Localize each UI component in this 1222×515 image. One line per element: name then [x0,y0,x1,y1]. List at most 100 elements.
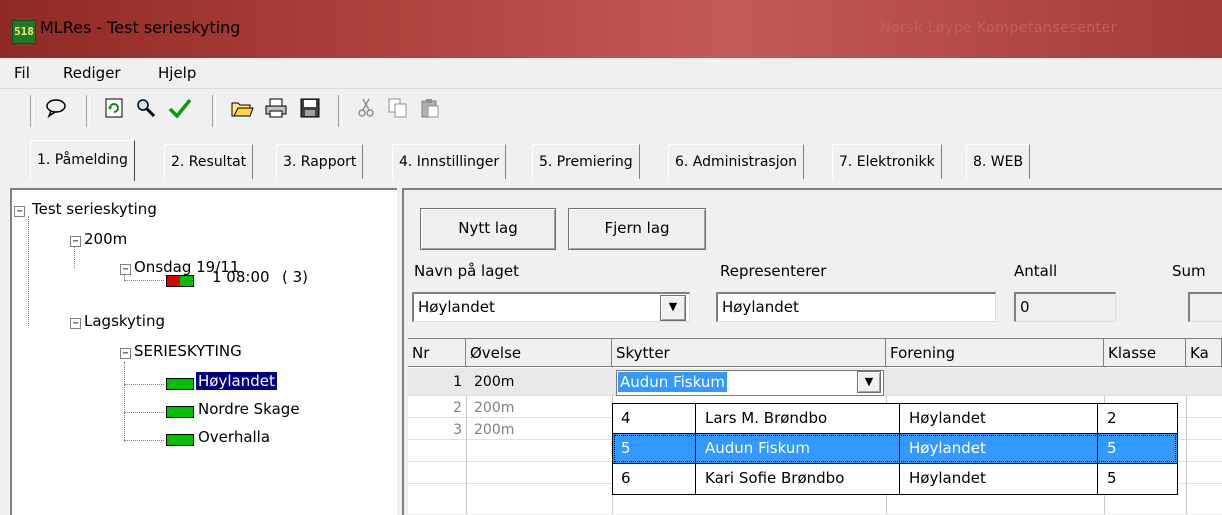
cut-icon[interactable] [352,97,380,125]
collapse-icon[interactable]: − [70,318,81,329]
toolbar-separator [212,95,216,127]
dropdown-divider [695,404,696,494]
dropdown-divider [899,404,900,494]
option-class: 2 [1107,409,1117,427]
tree-connector [124,384,164,385]
option-id: 4 [621,409,631,427]
tab-premiering[interactable]: 5. Premiering [532,144,640,179]
dropdown-option[interactable]: 4 Lars M. Brøndbo Høylandet 2 [613,404,1177,433]
tab-web[interactable]: 8. WEB [966,144,1031,179]
tree-distance[interactable]: 200m [84,230,127,248]
tree-connector [124,280,164,281]
tree-connector [74,246,75,268]
collapse-icon[interactable]: − [70,236,81,247]
toolbar-separator [30,95,34,127]
paste-icon[interactable] [416,97,444,125]
represents-value: Høylandet [722,298,799,316]
count-field: 0 [1014,292,1116,322]
tab-bar: 1. Påmelding 2. Resultat 3. Rapport 4. I… [0,140,1222,186]
option-name: Lars M. Brøndbo [705,409,828,427]
count-label: Antall [1014,262,1058,280]
tab-rapport[interactable]: 3. Rapport [276,144,364,179]
magnifier-icon[interactable] [132,97,160,125]
row-ovelse: 200m [474,374,515,390]
team-name-label: Navn på laget [414,262,520,280]
column-header-klasse[interactable]: Klasse [1104,339,1186,367]
tab-pamelding[interactable]: 1. Påmelding [30,140,135,181]
toolbar-separator [86,95,90,127]
shooter-dropdown-list[interactable]: 4 Lars M. Brøndbo Høylandet 2 5 Audun Fi… [612,403,1178,495]
shooter-select[interactable]: Audun Fiskum ▼ [616,370,884,396]
tree-team[interactable]: Overhalla [198,428,270,446]
tree-team-shooting[interactable]: Lagskyting [84,312,165,330]
menu-fil[interactable]: Fil [14,64,30,82]
column-header-ovelse[interactable]: Øvelse [466,339,612,367]
dropdown-option[interactable]: 6 Kari Sofie Brøndbo Høylandet 5 [613,464,1177,493]
row-nr: 1 [453,374,462,390]
menu-bar: Fil Rediger Hjelp [0,58,1222,89]
column-header-forening[interactable]: Forening [886,339,1104,367]
sum-field [1188,292,1222,322]
tree-relay-time[interactable]: 1 08:00 [212,268,270,286]
tree-view[interactable]: − Test serieskyting − 200m − Onsdag 19/1… [10,188,397,515]
tab-elektronikk[interactable]: 7. Elektronikk [832,144,942,179]
tree-series[interactable]: SERIESKYTING [134,342,242,360]
dropdown-divider [613,463,1177,464]
row-nr: 3 [453,422,462,438]
menu-hjelp[interactable]: Hjelp [158,64,196,82]
collapse-icon[interactable]: − [14,206,25,217]
collapse-icon[interactable]: − [120,348,131,359]
column-header-ka[interactable]: Ka [1186,339,1222,367]
speech-bubble-icon[interactable] [42,97,70,125]
column-header-skytter[interactable]: Skytter [612,339,886,367]
dropdown-divider [1097,404,1098,494]
option-club: Høylandet [909,439,986,457]
window-title: MLRes - Test serieskyting [40,18,241,37]
refresh-icon[interactable] [100,97,128,125]
save-icon[interactable] [296,97,324,125]
row-ovelse: 200m [474,422,515,438]
toolbar [0,89,1222,133]
represents-field[interactable]: Høylandet [716,292,996,322]
tree-connector [124,412,164,413]
open-folder-icon[interactable] [228,97,256,125]
new-team-button[interactable]: Nytt lag [420,208,556,250]
toolbar-separator [338,95,342,127]
sum-label: Sum [1172,262,1206,280]
tree-connector [124,440,164,441]
title-watermark: Norsk Løype Kompetansesenter [880,20,1117,36]
copy-icon[interactable] [384,97,412,125]
option-club: Høylandet [909,409,986,427]
tree-team[interactable]: Nordre Skage [198,400,300,418]
chevron-down-icon[interactable]: ▼ [660,295,686,321]
tab-administrasjon[interactable]: 6. Administrasjon [668,144,805,179]
option-name: Audun Fiskum [705,439,810,457]
team-icon [166,406,194,418]
option-name: Kari Sofie Brøndbo [705,469,845,487]
tree-relay-count: ( 3) [282,268,309,286]
team-name-select[interactable]: Høylandet [412,292,690,322]
represents-label: Representerer [720,262,827,280]
team-name-value: Høylandet [418,298,495,316]
column-header-nr[interactable]: Nr [408,339,466,367]
title-bar: 518 MLRes - Test serieskyting Norsk Løyp… [0,0,1222,58]
remove-team-button[interactable]: Fjern lag [568,208,706,250]
tab-resultat[interactable]: 2. Resultat [164,144,254,179]
option-club: Høylandet [909,469,986,487]
team-icon [166,434,194,446]
menu-rediger[interactable]: Rediger [63,64,121,82]
collapse-icon[interactable]: − [120,264,131,275]
tree-root[interactable]: Test serieskyting [32,200,157,218]
tree-team-selected[interactable]: Høylandet [196,372,277,390]
option-id: 5 [621,439,631,457]
app-icon: 518 [12,20,36,44]
chevron-down-icon[interactable]: ▼ [857,371,881,393]
printer-icon[interactable] [262,97,290,125]
tab-innstillinger[interactable]: 4. Innstillinger [392,144,507,179]
tree-connector [28,216,29,326]
row-nr: 2 [453,400,462,416]
checkmark-icon[interactable] [166,97,194,125]
dropdown-option-selected[interactable]: 5 Audun Fiskum Høylandet 5 [613,434,1177,463]
row-ovelse: 200m [474,400,515,416]
shooter-select-value: Audun Fiskum [618,372,727,392]
